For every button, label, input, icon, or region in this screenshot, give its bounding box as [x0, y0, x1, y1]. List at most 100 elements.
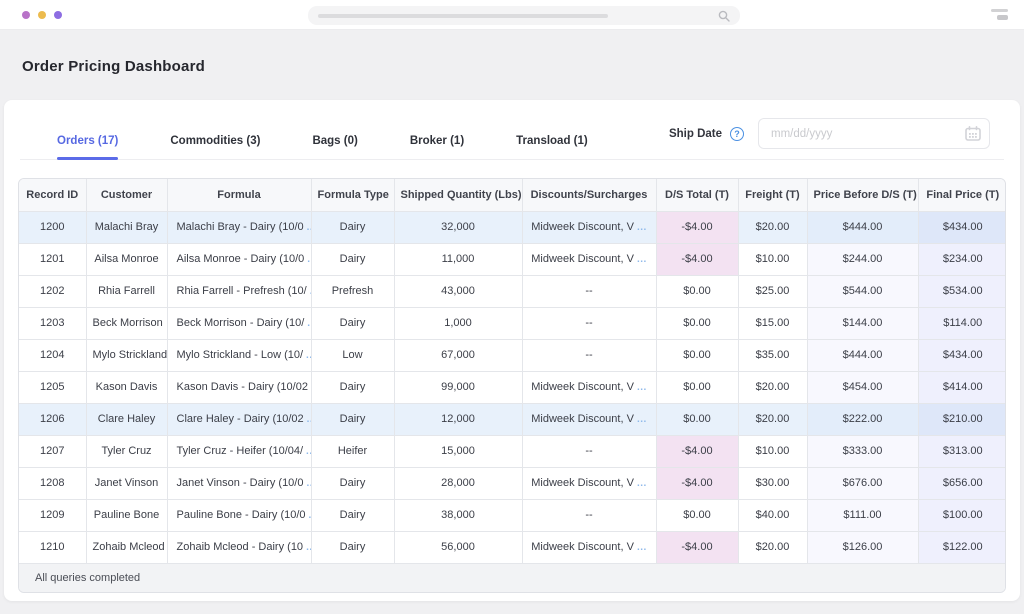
cell-customer: Clare Haley [86, 403, 167, 435]
cell-price-before: $144.00 [807, 307, 918, 339]
cell-formula-type: Dairy [311, 211, 394, 243]
cell-freight: $25.00 [738, 275, 807, 307]
table-row[interactable]: 1208Janet VinsonJanet Vinson - Dairy (10… [19, 467, 1006, 499]
cell-ds-total: $0.00 [656, 403, 738, 435]
cell-shipped-qty: 1,000 [394, 307, 522, 339]
cell-final-price: $313.00 [918, 435, 1006, 467]
col-final-price: Final Price (T) [918, 179, 1006, 211]
cell-discounts: -- [522, 499, 656, 531]
cell-customer: Malachi Bray [86, 211, 167, 243]
cell-shipped-qty: 67,000 [394, 339, 522, 371]
cell-formula: Zohaib Mcleod - Dairy (10... [167, 531, 311, 563]
truncation-ellipsis-icon[interactable]: ... [637, 542, 647, 553]
cell-record-id: 1210 [19, 531, 86, 563]
cell-ds-total: $0.00 [656, 499, 738, 531]
cell-record-id: 1200 [19, 211, 86, 243]
calendar-icon[interactable] [965, 126, 981, 141]
help-icon[interactable]: ? [730, 127, 744, 141]
cell-shipped-qty: 32,000 [394, 211, 522, 243]
cell-shipped-qty: 56,000 [394, 531, 522, 563]
table-row[interactable]: 1204Mylo StricklandMylo Strickland - Low… [19, 339, 1006, 371]
truncation-ellipsis-icon[interactable]: ... [637, 478, 647, 489]
col-formula-type: Formula Type [311, 179, 394, 211]
cell-freight: $10.00 [738, 435, 807, 467]
cell-formula-type: Dairy [311, 371, 394, 403]
truncation-ellipsis-icon[interactable]: ... [306, 542, 311, 553]
cell-customer: Janet Vinson [86, 467, 167, 499]
cell-ds-total: $0.00 [656, 339, 738, 371]
tab-broker[interactable]: Broker (1) [410, 135, 464, 159]
truncation-ellipsis-icon[interactable]: ... [306, 350, 311, 361]
ship-date-filter: Ship Date ? [669, 118, 990, 149]
cell-ds-total: -$4.00 [656, 435, 738, 467]
cell-price-before: $333.00 [807, 435, 918, 467]
truncation-ellipsis-icon[interactable]: ... [637, 382, 647, 393]
cell-formula-type: Dairy [311, 307, 394, 339]
cell-discounts: Midweek Discount, V... [522, 211, 656, 243]
page-title: Order Pricing Dashboard [0, 30, 1024, 75]
cell-discounts: -- [522, 435, 656, 467]
cell-price-before: $444.00 [807, 211, 918, 243]
col-discounts: Discounts/Surcharges [522, 179, 656, 211]
cell-record-id: 1206 [19, 403, 86, 435]
cell-customer: Beck Morrison [86, 307, 167, 339]
status-text: All queries completed [35, 572, 140, 584]
cell-freight: $15.00 [738, 307, 807, 339]
cell-final-price: $114.00 [918, 307, 1006, 339]
truncation-ellipsis-icon[interactable]: ... [637, 254, 647, 265]
cell-ds-total: $0.00 [656, 307, 738, 339]
truncation-ellipsis-icon[interactable]: ... [307, 318, 311, 329]
tab-bags[interactable]: Bags (0) [312, 135, 357, 159]
tab-commodities[interactable]: Commodities (3) [170, 135, 260, 159]
cell-customer: Ailsa Monroe [86, 243, 167, 275]
window-dot[interactable] [38, 11, 46, 19]
cell-formula-type: Prefresh [311, 275, 394, 307]
window-dot[interactable] [22, 11, 30, 19]
tab-transload[interactable]: Transload (1) [516, 135, 588, 159]
cell-freight: $35.00 [738, 339, 807, 371]
cell-price-before: $454.00 [807, 371, 918, 403]
menu-icon[interactable] [991, 9, 1008, 21]
table-row[interactable]: 1205Kason DavisKason Davis - Dairy (10/0… [19, 371, 1006, 403]
table-row[interactable]: 1201Ailsa MonroeAilsa Monroe - Dairy (10… [19, 243, 1006, 275]
cell-shipped-qty: 15,000 [394, 435, 522, 467]
cell-final-price: $434.00 [918, 211, 1006, 243]
truncation-ellipsis-icon[interactable]: ... [307, 254, 311, 265]
cell-freight: $30.00 [738, 467, 807, 499]
window-dot[interactable] [54, 11, 62, 19]
cell-record-id: 1202 [19, 275, 86, 307]
search-icon[interactable] [718, 10, 730, 22]
cell-formula: Clare Haley - Dairy (10/02... [167, 403, 311, 435]
table-row[interactable]: 1202Rhia FarrellRhia Farrell - Prefresh … [19, 275, 1006, 307]
tab-orders[interactable]: Orders (17) [57, 135, 118, 159]
cell-ds-total: -$4.00 [656, 211, 738, 243]
ship-date-input-wrap [758, 118, 990, 149]
truncation-ellipsis-icon[interactable]: ... [307, 414, 311, 425]
cell-formula-type: Dairy [311, 499, 394, 531]
cell-formula: Malachi Bray - Dairy (10/0... [167, 211, 311, 243]
cell-final-price: $234.00 [918, 243, 1006, 275]
table-row[interactable]: 1200Malachi BrayMalachi Bray - Dairy (10… [19, 211, 1006, 243]
col-record-id: Record ID [19, 179, 86, 211]
cell-formula: Pauline Bone - Dairy (10/0... [167, 499, 311, 531]
cell-price-before: $676.00 [807, 467, 918, 499]
cell-price-before: $544.00 [807, 275, 918, 307]
table-row[interactable]: 1206Clare HaleyClare Haley - Dairy (10/0… [19, 403, 1006, 435]
table-row[interactable]: 1210Zohaib McleodZohaib Mcleod - Dairy (… [19, 531, 1006, 563]
cell-final-price: $434.00 [918, 339, 1006, 371]
truncation-ellipsis-icon[interactable]: ... [306, 446, 311, 457]
cell-freight: $40.00 [738, 499, 807, 531]
truncation-ellipsis-icon[interactable]: ... [637, 414, 647, 425]
table-row[interactable]: 1203Beck MorrisonBeck Morrison - Dairy (… [19, 307, 1006, 339]
table-row[interactable]: 1209Pauline BonePauline Bone - Dairy (10… [19, 499, 1006, 531]
truncation-ellipsis-icon[interactable]: ... [306, 478, 311, 489]
dashboard-card: Orders (17) Commodities (3) Bags (0) Bro… [4, 100, 1020, 601]
global-search-input[interactable] [308, 6, 740, 25]
cell-record-id: 1209 [19, 499, 86, 531]
ship-date-input[interactable] [771, 128, 965, 140]
truncation-ellipsis-icon[interactable]: ... [307, 222, 311, 233]
table-row[interactable]: 1207Tyler CruzTyler Cruz - Heifer (10/04… [19, 435, 1006, 467]
cell-freight: $20.00 [738, 403, 807, 435]
truncation-ellipsis-icon[interactable]: ... [637, 222, 647, 233]
cell-formula: Tyler Cruz - Heifer (10/04/... [167, 435, 311, 467]
